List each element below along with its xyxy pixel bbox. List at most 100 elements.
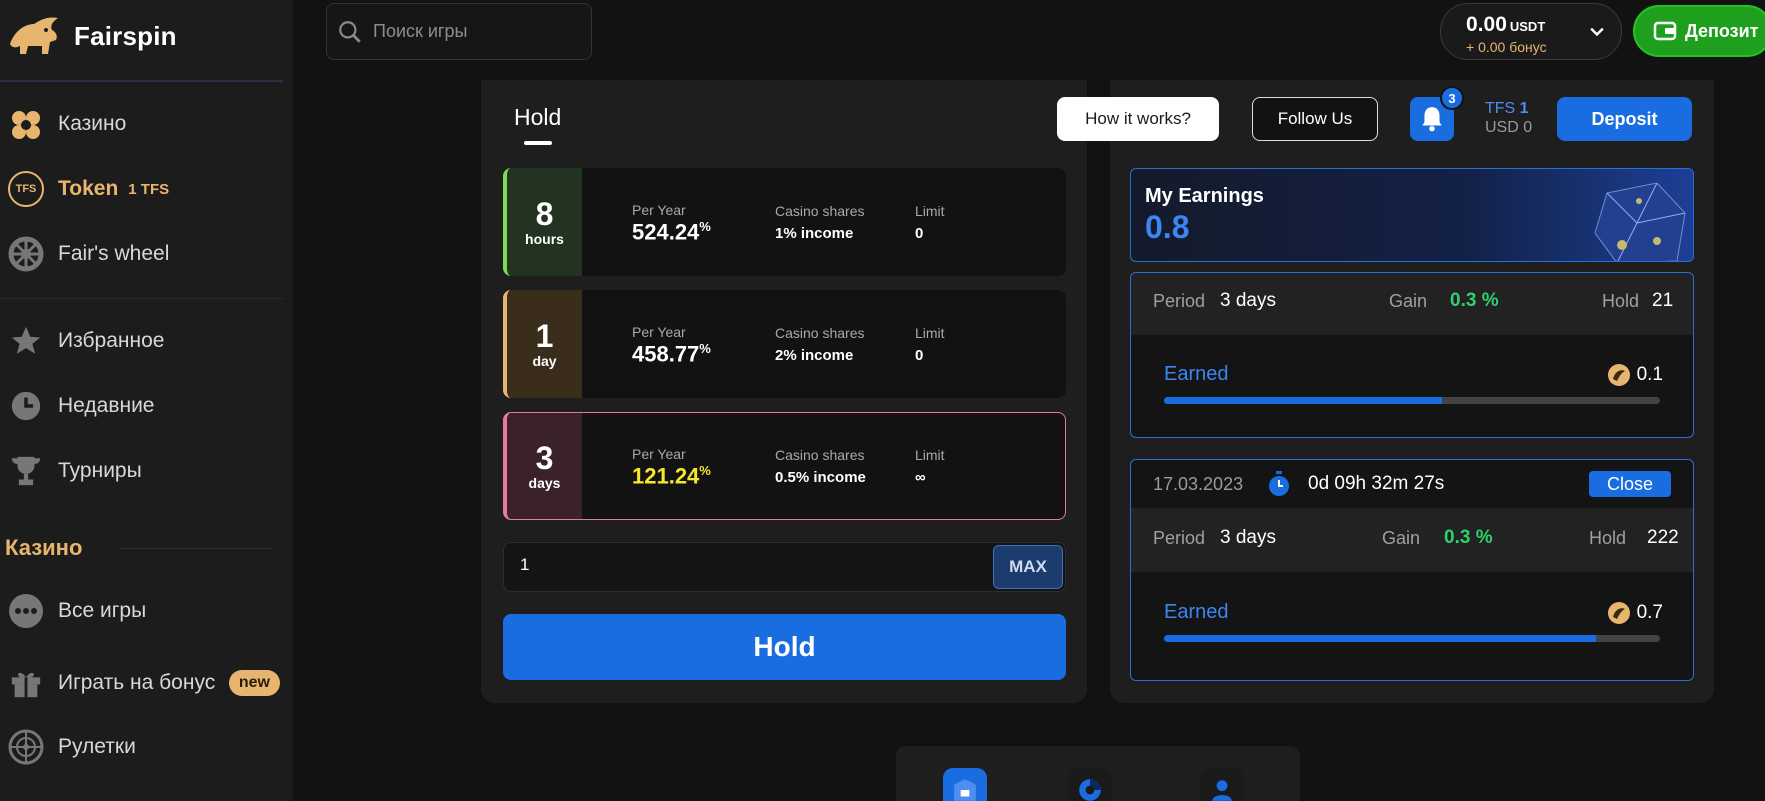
usd-value: 0 [1523, 119, 1533, 136]
plan-num: 3 [535, 440, 554, 476]
per-year-label: Per Year [632, 202, 686, 218]
coin-icon [1607, 364, 1630, 386]
home-nav-icon[interactable] [943, 768, 987, 801]
sidebar-item-label: Рулетки [58, 735, 136, 758]
sidebar-item-token[interactable]: TFS Token 1 TFS [8, 167, 278, 211]
sidebar-item-roulettes[interactable]: Рулетки [8, 725, 278, 769]
token-balance: TFS 1 USD 0 [1485, 99, 1532, 137]
sidebar-item-label: Турниры [58, 459, 142, 482]
limit-value: ∞ [915, 469, 926, 486]
tfs-value: 1 [1519, 100, 1529, 117]
casino-shares-label: Casino shares [775, 203, 865, 219]
hold-label: Hold [1602, 291, 1640, 311]
earnings-title: My Earnings [1145, 185, 1264, 207]
plan-unit: days [528, 475, 561, 491]
deposit-top-label: Депозит [1685, 20, 1759, 41]
sidebar-item-label: Казино [58, 112, 127, 135]
search-box[interactable] [326, 3, 592, 60]
bottom-nav [896, 746, 1300, 801]
topbar: 0.00USDT + 0.00 бонус Депозит [293, 0, 1765, 80]
chevron-down-icon [1590, 27, 1604, 37]
balance-currency: USDT [1509, 19, 1546, 34]
limit-label: Limit [915, 447, 945, 463]
logo[interactable]: Fairspin [6, 10, 177, 62]
sidebar-item-label: Играть на бонус [58, 671, 216, 694]
search-input[interactable] [373, 21, 573, 42]
stats-nav-icon[interactable] [1068, 768, 1112, 801]
hold-label: Hold [1589, 528, 1627, 548]
casino-shares-value: 0.5% income [775, 469, 866, 486]
tab-indicator [524, 141, 552, 145]
earned-label: Earned [1164, 601, 1229, 623]
plan-card-1-day[interactable]: 1 day Per Year 458.77% Casino shares 2% … [503, 290, 1066, 398]
plan-card-3-days[interactable]: 3 days Per Year 121.24% Casino shares 0.… [503, 412, 1066, 520]
sidebar-item-label: Все игры [58, 599, 147, 622]
earned-progress-bar [1164, 397, 1660, 404]
sidebar-item-all-games[interactable]: Все игры [8, 589, 278, 633]
gain-label: Gain [1389, 291, 1428, 311]
roulette-icon [8, 729, 44, 765]
follow-us-button[interactable]: Follow Us [1252, 97, 1378, 141]
profile-nav-icon[interactable] [1200, 768, 1244, 801]
per-year-value: 524.24 [632, 219, 700, 245]
coin-icon [1607, 602, 1630, 624]
limit-value: 0 [915, 225, 924, 242]
star-icon [8, 323, 44, 359]
gain-label: Gain [1382, 528, 1421, 548]
earned-value: 0.1 [1636, 364, 1663, 385]
how-it-works-button[interactable]: How it works? [1057, 97, 1219, 141]
sidebar-item-recent[interactable]: Недавние [8, 384, 278, 428]
period-label: Period [1153, 528, 1206, 548]
deposit-button[interactable]: Deposit [1557, 97, 1692, 141]
hold-date: 17.03.2023 [1153, 474, 1244, 494]
gain-value: 0.3 % [1444, 527, 1493, 548]
sidebar-item-casino[interactable]: Казино [8, 102, 278, 146]
amount-input[interactable] [520, 555, 920, 575]
sidebar-item-bonus-play[interactable]: Играть на бонус new [8, 657, 280, 709]
percent-sign: % [699, 341, 711, 356]
hold-button[interactable]: Hold [503, 614, 1066, 680]
hold-value: 222 [1647, 527, 1679, 548]
balance-dropdown[interactable]: 0.00 USDT + 0.00 бонус [1440, 3, 1622, 60]
deposit-top-button[interactable]: Депозит [1633, 5, 1765, 57]
usd-label: USD [1485, 119, 1519, 136]
limit-value: 0 [915, 347, 924, 364]
app-root: Fairspin Казино TFS Token 1 TFS Fair's w… [0, 0, 1765, 801]
sidebar: Fairspin Казино TFS Token 1 TFS Fair's w… [0, 0, 293, 801]
plan-num: 8 [535, 196, 554, 232]
plan-card-8-hours[interactable]: 8 hours Per Year 524.24% Casino shares 1… [503, 168, 1066, 276]
sidebar-item-fairs-wheel[interactable]: Fair's wheel [8, 232, 278, 276]
close-hold-button[interactable]: Close [1589, 471, 1671, 497]
hold-card-2: 17.03.2023 0d 09h 32m 27s Close Period 3… [1130, 459, 1694, 681]
casino-shares-value: 2% income [775, 347, 854, 364]
max-button[interactable]: MAX [993, 545, 1063, 589]
percent-sign: % [699, 463, 711, 478]
bell-icon [1422, 107, 1442, 132]
wallet-icon [1653, 21, 1677, 41]
brand-name: Fairspin [74, 20, 177, 51]
per-year-value: 458.77 [632, 341, 700, 367]
sidebar-item-label: Fair's wheel [58, 242, 170, 265]
sidebar-item-label: Недавние [58, 394, 155, 417]
clock-icon [8, 388, 44, 424]
sidebar-item-favorites[interactable]: Избранное [8, 319, 278, 363]
per-year-label: Per Year [632, 324, 686, 340]
new-badge: new [228, 670, 280, 696]
sidebar-item-label: Token [58, 177, 119, 200]
earnings-value: 0.8 [1145, 209, 1190, 245]
earned-progress-bar [1164, 635, 1660, 642]
search-icon [339, 20, 361, 43]
section-title: Казино [5, 535, 83, 560]
dots-icon [8, 593, 44, 629]
gain-value: 0.3 % [1450, 290, 1499, 311]
dice-icon [1594, 183, 1686, 261]
hold-card-1: Period 3 days Gain 0.3 % Hold 21 Earned … [1130, 272, 1694, 438]
progress-fill [1164, 635, 1596, 642]
earned-value: 0.7 [1636, 602, 1663, 623]
tab-hold[interactable]: Hold [514, 104, 561, 131]
token-count: 1 TFS [128, 180, 170, 198]
tfs-label: TFS [1485, 100, 1516, 117]
sidebar-item-tournaments[interactable]: Турниры [8, 449, 278, 493]
limit-label: Limit [915, 325, 945, 341]
divider [0, 80, 283, 82]
